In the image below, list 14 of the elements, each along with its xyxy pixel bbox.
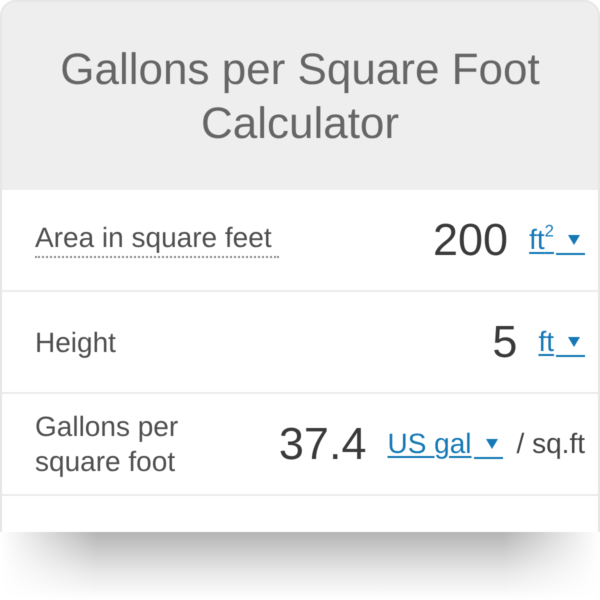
caret-icon[interactable] <box>556 336 585 357</box>
value-field[interactable]: 5 <box>492 316 518 368</box>
unit-dropdown[interactable]: US gal <box>387 428 503 460</box>
field-label: Gallons per square foot <box>35 410 180 479</box>
calculator-title: Gallons per Square Foot Calculator <box>59 44 541 150</box>
caret-icon[interactable] <box>556 234 585 255</box>
unit-dropdown[interactable]: ft <box>538 326 585 358</box>
value-field[interactable]: 200 <box>433 214 508 266</box>
caret-icon[interactable] <box>474 438 503 459</box>
value-field[interactable]: 37.4 <box>278 418 366 470</box>
unit-dropdown[interactable]: ft$^{2}$ <box>529 224 585 256</box>
field-label: Area in square feet <box>35 222 279 258</box>
unit-suffix: / sq.ft <box>516 428 585 460</box>
field-label: Height <box>35 326 116 360</box>
